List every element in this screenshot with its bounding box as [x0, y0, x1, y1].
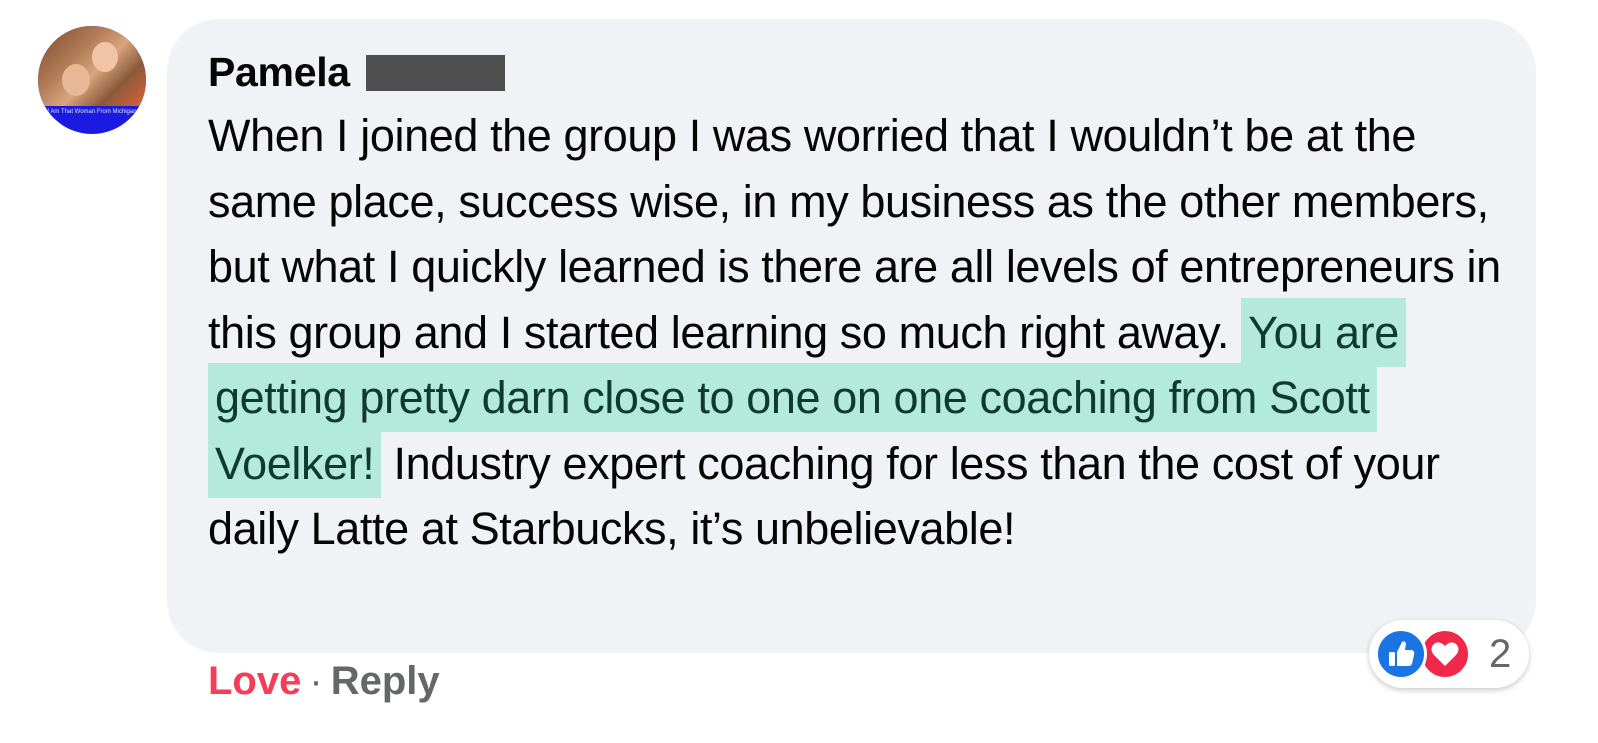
avatar-face: [92, 42, 118, 72]
comment-actions: Love · Reply: [208, 656, 440, 706]
comment-text-part: Industry expert coaching for less than t…: [208, 437, 1440, 555]
comment-author[interactable]: Pamela: [208, 46, 350, 98]
reactions-summary[interactable]: 2: [1369, 620, 1529, 688]
reply-button[interactable]: Reply: [331, 659, 440, 703]
redacted-surname: [366, 55, 505, 91]
avatar-caption: I Am That Woman From Michigan: [47, 109, 137, 115]
action-separator: ·: [309, 659, 323, 703]
like-icon: [1375, 628, 1427, 680]
avatar-face: [62, 64, 90, 96]
avatar[interactable]: I Am That Woman From Michigan: [38, 26, 146, 134]
comment-text: When I joined the group I was worried th…: [208, 103, 1518, 562]
love-button[interactable]: Love: [208, 659, 301, 703]
reaction-count: 2: [1489, 632, 1512, 676]
avatar-photo: [38, 26, 146, 106]
